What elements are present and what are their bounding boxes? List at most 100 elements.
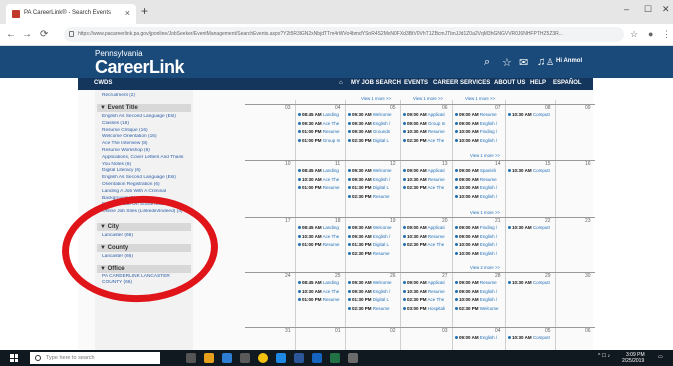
- calendar-day-number[interactable]: 17: [285, 218, 291, 224]
- calendar-event[interactable]: 10:30 AM Computr: [508, 225, 550, 230]
- calendar-event[interactable]: 09:30 AM English /: [348, 121, 390, 126]
- calendar-day-number[interactable]: 31: [285, 328, 291, 334]
- clock-date[interactable]: 2/25/2019: [622, 358, 644, 364]
- calendar-event[interactable]: 10:00 AM English /: [455, 185, 497, 190]
- calendar-event[interactable]: 01:00 PM Group In: [298, 138, 340, 143]
- forward-arrow-icon[interactable]: →: [22, 29, 32, 40]
- view-more-link[interactable]: View 1 more >>: [361, 96, 391, 101]
- calendar-event[interactable]: 08:45 AM Landing: [298, 112, 339, 117]
- calendar-event[interactable]: 01:30 PM Digital L: [348, 185, 389, 190]
- nav-events[interactable]: EVENTS: [404, 80, 428, 86]
- calendar-event[interactable]: 01:00 PM Resume: [298, 297, 340, 302]
- windows-start-icon[interactable]: [10, 354, 18, 362]
- new-tab-button[interactable]: +: [141, 4, 148, 18]
- calendar-event[interactable]: 09:00 AM Finding /: [455, 225, 497, 230]
- tab-close-icon[interactable]: ×: [125, 8, 130, 18]
- calendar-event[interactable]: 10:00 AM English /: [455, 242, 497, 247]
- calendar-day-number[interactable]: 05: [545, 328, 551, 334]
- calendar-event[interactable]: 10:00 AM English /: [455, 194, 497, 199]
- calendar-day-number[interactable]: 28: [495, 273, 501, 279]
- calendar-day-number[interactable]: 05: [390, 105, 396, 111]
- back-arrow-icon[interactable]: ←: [6, 29, 16, 40]
- filter-event-title-item[interactable]: Digital Literacy (6): [102, 168, 192, 174]
- app-icon[interactable]: [348, 353, 358, 363]
- calendar-day-number[interactable]: 22: [545, 218, 551, 224]
- nav-espanol[interactable]: ESPAÑOL: [553, 80, 582, 86]
- calendar-day-number[interactable]: 01: [335, 328, 341, 334]
- calendar-day-number[interactable]: 07: [495, 105, 501, 111]
- calendar-event[interactable]: 02:30 PM Resume: [348, 194, 390, 199]
- calendar-event[interactable]: 01:00 PM Resume: [298, 242, 340, 247]
- filter-event-title-item[interactable]: Applications, Cover Letters And Thank: [102, 155, 192, 161]
- excel-icon[interactable]: [330, 353, 340, 363]
- calendar-event[interactable]: 01:30 PM Digital L: [348, 242, 389, 247]
- minimize-button[interactable]: –: [624, 4, 629, 14]
- calendar-day-number[interactable]: 04: [495, 328, 501, 334]
- user-icon[interactable]: ♙: [546, 57, 554, 68]
- search-icon[interactable]: ⌕: [484, 56, 490, 69]
- calendar-event[interactable]: 10:00 AM English /: [455, 138, 497, 143]
- calendar-event[interactable]: 03:00 PM Hospitali: [403, 306, 445, 311]
- close-window-button[interactable]: ✕: [662, 4, 670, 15]
- calendar-day-number[interactable]: 06: [585, 328, 591, 334]
- calendar-event[interactable]: 09:00 AM Group In: [403, 121, 445, 126]
- nav-about-us[interactable]: ABOUT US: [494, 80, 525, 86]
- calendar-event[interactable]: 10:30 AM Computr: [508, 112, 550, 117]
- mail-app-icon[interactable]: [240, 353, 250, 363]
- tray-icons[interactable]: ^ ☐ ♪: [598, 353, 610, 359]
- reload-icon[interactable]: ⟳: [40, 29, 48, 40]
- calendar-day-number[interactable]: 13: [442, 161, 448, 167]
- filter-event-title-item[interactable]: Resume Critique (16): [102, 128, 192, 134]
- profile-icon[interactable]: ●: [648, 29, 653, 39]
- store-icon[interactable]: [222, 353, 232, 363]
- calendar-event[interactable]: 10:30 AM Ace The: [298, 234, 339, 239]
- calendar-day-number[interactable]: 14: [495, 161, 501, 167]
- calendar-day-number[interactable]: 23: [585, 218, 591, 224]
- nav-my-job-search[interactable]: MY JOB SEARCH: [351, 80, 401, 86]
- calendar-event[interactable]: 08:45 AM Landing: [298, 280, 339, 285]
- calendar-event[interactable]: 10:30 AM Ace The: [298, 289, 339, 294]
- view-more-link[interactable]: View 1 more >>: [465, 96, 495, 101]
- calendar-day-number[interactable]: 11: [335, 161, 340, 167]
- calendar-day-number[interactable]: 16: [585, 161, 591, 167]
- calendar-event[interactable]: 02:30 PM Ace The: [403, 242, 444, 247]
- view-more-link[interactable]: View 1 more >>: [413, 96, 443, 101]
- calendar-event[interactable]: 09:00 AM Resume: [455, 177, 497, 182]
- filter-event-title-item[interactable]: You Notes (6): [102, 162, 192, 168]
- calendar-day-number[interactable]: 26: [390, 273, 396, 279]
- calendar-day-number[interactable]: 18: [335, 218, 341, 224]
- view-more-link[interactable]: View 2 more >>: [470, 265, 500, 270]
- calendar-event[interactable]: 08:45 AM Landing: [298, 168, 339, 173]
- calendar-day-number[interactable]: 10: [285, 161, 291, 167]
- filter-event-title-item[interactable]: Landing A Job With A Criminal: [102, 189, 192, 195]
- calendar-event[interactable]: 09:00 AM English /: [455, 121, 497, 126]
- calendar-event[interactable]: 09:00 AM Spanish: [455, 168, 496, 173]
- calendar-day-number[interactable]: 02: [390, 328, 396, 334]
- calendar-day-number[interactable]: 03: [285, 105, 291, 111]
- calendar-event[interactable]: 09:30 AM Welcome: [348, 168, 392, 173]
- star-icon[interactable]: ☆: [630, 29, 638, 40]
- calendar-event[interactable]: 09:30 AM Welcome: [348, 112, 392, 117]
- calendar-event[interactable]: 09:30 AM English /: [348, 289, 390, 294]
- calendar-event[interactable]: 09:30 AM Welcome: [348, 280, 392, 285]
- calendar-day-number[interactable]: 21: [495, 218, 501, 224]
- calendar-event[interactable]: 02:30 PM Welcome: [455, 306, 498, 311]
- filter-event-title-item[interactable]: Classes (18): [102, 121, 192, 127]
- calendar-event[interactable]: 10:00 AM Finding /: [455, 129, 497, 134]
- calendar-day-number[interactable]: 20: [442, 218, 448, 224]
- calendar-event[interactable]: 09:30 AM Grounds: [348, 129, 390, 134]
- calendar-event[interactable]: 09:30 AM Ace The: [298, 121, 339, 126]
- calendar-event[interactable]: 10:00 AM English /: [455, 251, 497, 256]
- calendar-day-number[interactable]: 15: [545, 161, 551, 167]
- nav-career-services[interactable]: CAREER SERVICES: [433, 80, 490, 86]
- calendar-event[interactable]: 09:00 AM English /: [455, 234, 497, 239]
- calendar-event[interactable]: 09:00 AM Applicati: [403, 280, 445, 285]
- calendar-event[interactable]: 09:30 AM English /: [348, 177, 390, 182]
- careerlink-logo[interactable]: CareerLink: [95, 57, 185, 78]
- calendar-day-number[interactable]: 09: [585, 105, 591, 111]
- user-greeting[interactable]: Hi Anmol: [556, 58, 582, 64]
- calendar-day-number[interactable]: 08: [545, 105, 551, 111]
- nav-cwds-link[interactable]: CWDS: [94, 80, 112, 86]
- browser-tab[interactable]: PA CareerLink® - Search Events ×: [6, 4, 136, 24]
- filter-event-title-item[interactable]: Resume Workshop (8): [102, 148, 192, 154]
